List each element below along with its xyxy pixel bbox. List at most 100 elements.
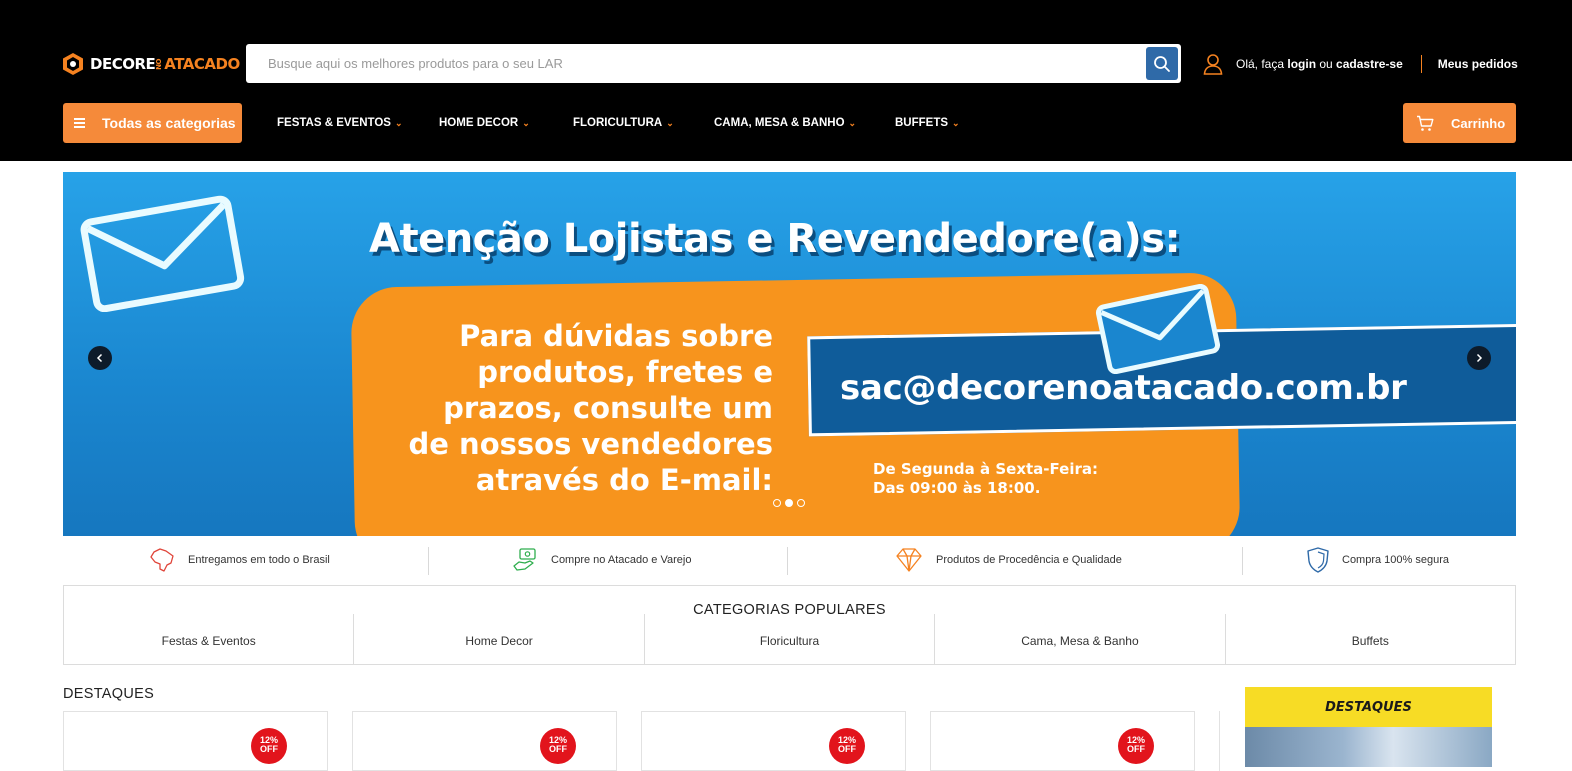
product-card[interactable]: 12% OFF [352, 711, 617, 771]
banner-hours: De Segunda à Sexta-Feira: Das 09:00 às 1… [873, 460, 1098, 498]
search-button[interactable] [1146, 47, 1178, 80]
cart-icon [1417, 115, 1434, 131]
feature-item: Produtos de Procedência e Qualidade [894, 546, 1122, 574]
logo-mark-icon [63, 53, 83, 75]
login-link[interactable]: login [1287, 57, 1316, 71]
carousel-next-button[interactable] [1467, 346, 1491, 370]
popular-category-buffets[interactable]: Buffets [1226, 614, 1515, 665]
feature-divider [1242, 547, 1243, 575]
search-icon [1154, 55, 1170, 72]
user-icon[interactable] [1203, 53, 1223, 75]
banner-hours-line: Das 09:00 às 18:00. [873, 479, 1041, 497]
nav-item-label: FLORICULTURA [573, 117, 663, 129]
side-banner[interactable]: DESTAQUES [1245, 687, 1492, 767]
logo-text: DECORE NO ATACADO [90, 55, 240, 73]
envelope-icon [1095, 284, 1221, 374]
chevron-down-icon: ⌄ [848, 117, 857, 128]
nav-item-buffets[interactable]: BUFFETS ⌄ [895, 116, 960, 130]
popular-category-festas-eventos[interactable]: Festas & Eventos [64, 614, 355, 665]
logo-text-part2: NO [155, 58, 164, 70]
banner-body-line: Para dúvidas sobre [459, 319, 773, 353]
popular-categories-list: Festas & Eventos Home Decor Floricultura… [64, 614, 1515, 665]
search-bar [246, 44, 1181, 83]
hamburger-icon [74, 118, 85, 128]
side-banner-label: DESTAQUES [1325, 700, 1412, 715]
nav-item-floricultura[interactable]: FLORICULTURA ⌄ [573, 116, 674, 130]
carousel-prev-button[interactable] [88, 346, 112, 370]
discount-badge-text: 12% OFF [259, 735, 278, 754]
cart-label: Carrinho [1451, 115, 1506, 131]
all-categories-label: Todas as categorias [102, 115, 236, 131]
banner-email: sac@decorenoatacado.com.br [840, 368, 1407, 408]
nav-item-label: HOME DECOR [439, 117, 519, 129]
chevron-down-icon: ⌄ [394, 117, 403, 128]
nav-item-cama-mesa-banho[interactable]: CAMA, MESA & BANHO ⌄ [714, 116, 856, 130]
carousel-dot-active[interactable] [785, 499, 793, 507]
popular-categories: CATEGORIAS POPULARES Festas & Eventos Ho… [63, 585, 1516, 665]
chevron-down-icon: ⌄ [522, 117, 530, 128]
chevron-right-icon [1476, 353, 1483, 363]
greeting-text: Olá, faça [1236, 57, 1288, 71]
search-input[interactable] [246, 44, 1136, 83]
banner-body-line: de nossos vendedores [408, 427, 773, 461]
feature-text: Produtos de Procedência e Qualidade [936, 554, 1122, 566]
discount-badge-text: 12% OFF [548, 735, 567, 754]
feature-item: Compre no Atacado e Varejo [511, 546, 691, 574]
banner-body: Para dúvidas sobre produtos, fretes e pr… [393, 318, 773, 498]
divider [1420, 55, 1422, 73]
nav-item-home-decor[interactable]: HOME DECOR ⌄ [439, 116, 530, 130]
features-bar: Entregamos em todo o Brasil Compre no At… [63, 546, 1516, 575]
popular-category-cama-mesa-banho[interactable]: Cama, Mesa & Banho [935, 614, 1226, 665]
discount-badge-text: 12% OFF [837, 735, 856, 754]
banner-body-line: produtos, fretes e [477, 355, 773, 389]
money-hand-icon [513, 548, 536, 571]
carousel-dot[interactable] [773, 499, 781, 507]
product-card[interactable]: 12% OFF [641, 711, 906, 771]
chevron-left-icon [96, 353, 103, 363]
feature-item: Compra 100% segura [1306, 546, 1449, 574]
discount-badge: 12% OFF [1118, 728, 1154, 764]
banner-body-line: prazos, consulte um [443, 391, 773, 425]
cart-button[interactable]: Carrinho [1403, 103, 1516, 143]
popular-category-home-decor[interactable]: Home Decor [354, 614, 645, 665]
account-area: Olá, faça login ou cadastre-se Meus pedi… [1203, 52, 1518, 76]
carousel-dot[interactable] [797, 499, 805, 507]
logo-text-part3: ATACADO [164, 55, 240, 73]
logo-text-part1: DECORE [90, 55, 156, 73]
chevron-down-icon: ⌄ [952, 117, 960, 128]
feature-text: Compra 100% segura [1342, 554, 1450, 566]
discount-badge-text: 12% OFF [1126, 735, 1145, 754]
discount-badge: 12% OFF [251, 728, 287, 764]
discount-badge: 12% OFF [540, 728, 576, 764]
signup-link[interactable]: cadastre-se [1336, 57, 1403, 71]
banner-body-line: através do E-mail: [475, 463, 773, 497]
banner-hours-line: De Segunda à Sexta-Feira: [873, 460, 1098, 478]
diamond-icon [896, 548, 922, 572]
account-greeting: Olá, faça login ou cadastre-se [1236, 57, 1403, 71]
or-text: ou [1316, 57, 1337, 71]
product-card[interactable]: 12% OFF [930, 711, 1195, 771]
feature-item: Entregamos em todo o Brasil [148, 546, 330, 574]
brazil-map-icon [150, 548, 174, 572]
carousel-dots [773, 499, 805, 507]
banner-title: Atenção Lojistas e Revendedore(a)s: [369, 216, 1181, 262]
highlights-heading: DESTAQUES [63, 686, 155, 702]
nav-item-label: FESTAS & EVENTOS [277, 117, 391, 129]
nav-item-festas-eventos[interactable]: FESTAS & EVENTOS ⌄ [277, 116, 403, 130]
product-card[interactable]: 12% OFF [63, 711, 328, 771]
shield-icon [1307, 547, 1329, 573]
feature-text: Compre no Atacado e Varejo [551, 554, 692, 566]
nav-item-label: BUFFETS [895, 117, 949, 129]
my-orders-link[interactable]: Meus pedidos [1438, 57, 1518, 71]
logo[interactable]: DECORE NO ATACADO [62, 50, 240, 78]
discount-badge: 12% OFF [829, 728, 865, 764]
feature-text: Entregamos em todo o Brasil [188, 554, 330, 566]
popular-category-floricultura[interactable]: Floricultura [645, 614, 936, 665]
side-banner-image [1245, 727, 1492, 767]
all-categories-button[interactable]: Todas as categorias [63, 103, 242, 143]
feature-divider [787, 547, 788, 575]
chevron-down-icon: ⌄ [666, 117, 674, 128]
product-card-partial [1219, 711, 1229, 771]
hero-banner[interactable]: Atenção Lojistas e Revendedore(a)s: Para… [63, 172, 1516, 536]
nav-item-label: CAMA, MESA & BANHO [714, 117, 845, 129]
